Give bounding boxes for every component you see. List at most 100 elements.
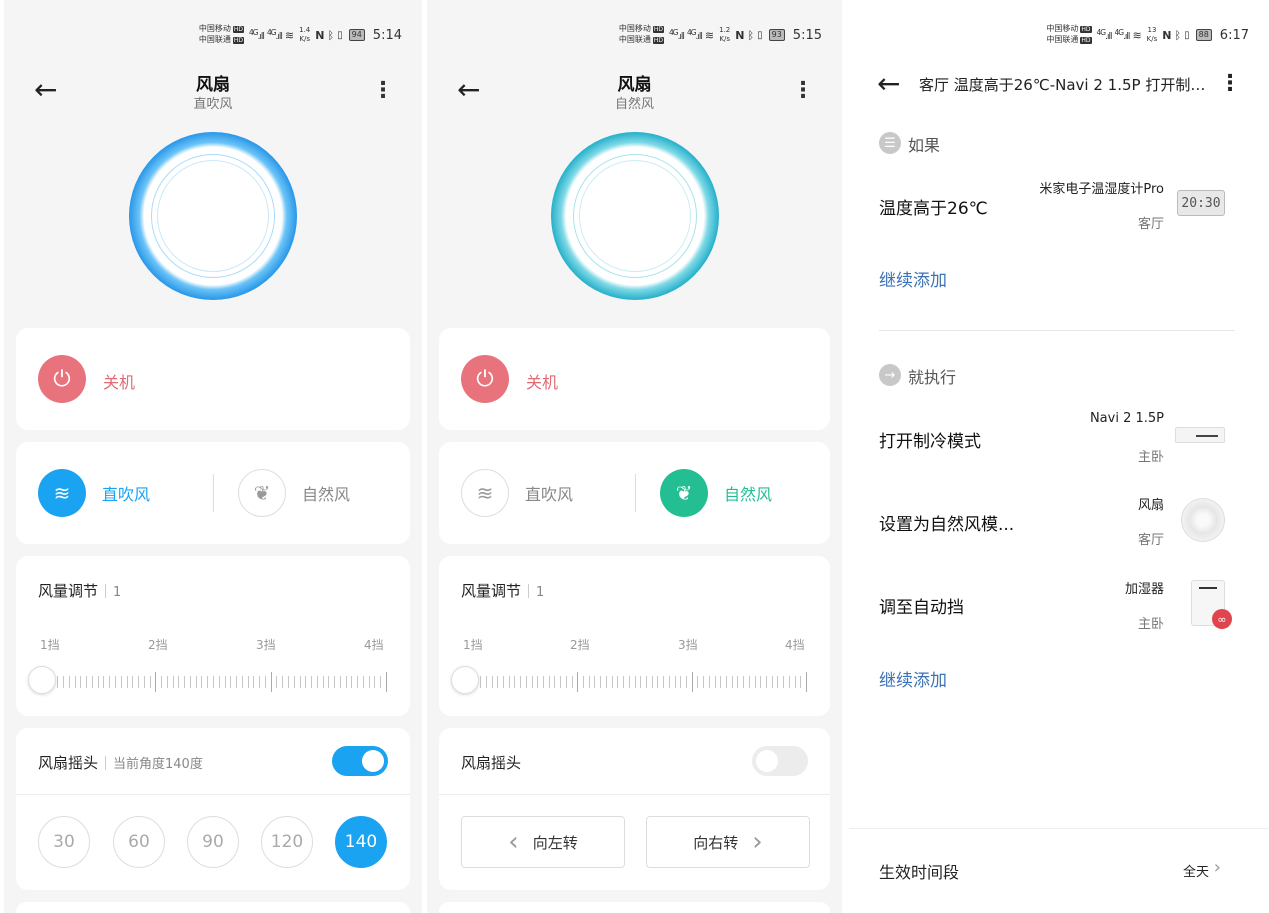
slider-tick: [491, 676, 493, 688]
wind-speed-card: 风量调节 1 1挡 2挡 3挡 4挡: [16, 556, 410, 716]
power-card: ⏻ 关机: [16, 328, 410, 430]
slider-tick: [577, 672, 579, 692]
swing-separator: [439, 794, 830, 795]
wind-speed-card: 风量调节 1 1挡 2挡 3挡 4挡: [439, 556, 830, 716]
slider-tick: [357, 676, 359, 688]
slider-tick: [543, 676, 545, 688]
slider-tick: [345, 676, 347, 688]
status-bar: 中国移动 HD 中国联通 HD 4G.ıll 4G.ıll ≋ 13 K/s N ᛒ ▯…: [1046, 20, 1249, 50]
slider-tick: [80, 676, 82, 688]
slider-tick: [253, 676, 255, 688]
chevron-right-icon: ›: [1213, 857, 1221, 878]
more-menu-icon[interactable]: ⋮: [792, 78, 814, 104]
swing-toggle[interactable]: [332, 746, 388, 776]
angle-30[interactable]: 30: [38, 816, 90, 868]
slider-tick: [520, 676, 522, 688]
clock: 6:17: [1219, 27, 1249, 43]
slider-tick: [189, 676, 191, 688]
air-conditioner-icon: [1175, 427, 1225, 443]
back-arrow-icon[interactable]: ←: [877, 70, 900, 98]
slider-tick: [287, 676, 289, 688]
then-section-label: 就执行: [908, 368, 957, 387]
gear-label-2: 2挡: [148, 638, 168, 652]
leaf-icon: ❦: [238, 469, 286, 517]
slider-tick: [777, 676, 779, 688]
list-icon: ☰: [879, 132, 901, 154]
wind-speed-slider-handle[interactable]: [28, 666, 56, 694]
power-button[interactable]: ⏻: [461, 355, 509, 403]
leaf-icon: ❦: [660, 469, 708, 517]
slider-tick: [68, 676, 70, 688]
slider-tick: [748, 676, 750, 688]
link-badge-icon: ∞: [1212, 609, 1232, 629]
slider-tick: [368, 676, 370, 688]
turn-right-button[interactable]: 向右转 ›: [646, 816, 810, 868]
add-action-link[interactable]: 继续添加: [879, 666, 947, 691]
chevron-left-icon: ‹: [508, 827, 519, 857]
slider-tick: [640, 676, 642, 688]
slider-tick: [531, 676, 533, 688]
signal-icon: 4G.ıll: [248, 28, 265, 42]
carrier-1: 中国移动 HD: [618, 24, 664, 33]
page-title: 客厅 温度高于26℃-Navi 2 1.5P 打开制冷模式: [919, 76, 1219, 94]
power-icon: ⏻: [476, 366, 494, 392]
wind-speed-slider-handle[interactable]: [451, 666, 479, 694]
slider-tick: [91, 676, 93, 688]
slider-tick: [143, 676, 145, 688]
mode-natural[interactable]: ❦ 自然风: [238, 469, 350, 517]
slider-tick: [794, 676, 796, 688]
wind-speed-slider-track[interactable]: [40, 670, 387, 692]
slider-tick: [126, 676, 128, 688]
more-menu-icon[interactable]: ⋮: [1219, 71, 1241, 97]
slider-tick: [282, 676, 284, 688]
action-device: 加湿器: [1124, 582, 1164, 597]
slider-tick: [386, 672, 387, 692]
wind-speed-slider-track[interactable]: [463, 670, 807, 692]
mode-natural[interactable]: ❦ 自然风: [660, 469, 772, 517]
slider-tick: [259, 676, 261, 688]
slider-tick: [588, 676, 590, 688]
wifi-icon: ≋: [1132, 28, 1142, 42]
add-condition-link[interactable]: 继续添加: [879, 266, 947, 291]
slider-tick: [783, 676, 785, 688]
slider-tick: [525, 676, 527, 688]
slider-tick: [374, 676, 376, 688]
mode-divider: [213, 474, 214, 512]
fan-screen-natural: 中国移动 HD 中国联通 HD 4G.ıll 4G.ıll ≋ 1.2 K/s N ᛒ …: [427, 0, 842, 913]
angle-60[interactable]: 60: [113, 816, 165, 868]
gear-label-1: 1挡: [40, 638, 60, 652]
angle-120[interactable]: 120: [261, 816, 313, 868]
slider-tick: [725, 676, 727, 688]
power-button[interactable]: ⏻: [38, 355, 86, 403]
slider-tick: [754, 676, 756, 688]
slider-tick: [663, 676, 665, 688]
carrier-2: 中国联通 HD: [198, 35, 244, 44]
slider-tick: [270, 672, 272, 692]
slider-tick: [362, 676, 364, 688]
slider-tick: [480, 676, 482, 688]
slider-tick: [305, 676, 307, 688]
slider-tick: [166, 676, 168, 688]
slider-tick: [685, 676, 687, 688]
fan-device-icon: [1181, 498, 1225, 542]
slider-tick: [560, 676, 562, 688]
mode-card: ≋ 直吹风 ❦ 自然风: [439, 442, 830, 544]
turn-right-label: 向右转: [693, 833, 739, 852]
angle-90[interactable]: 90: [187, 816, 239, 868]
nfc-icon: N: [1162, 28, 1172, 42]
slider-tick: [264, 676, 266, 688]
mode-direct[interactable]: ≋ 直吹风: [38, 469, 150, 517]
effective-period-row[interactable]: 生效时间段 全天 ›: [849, 828, 1269, 910]
mode-direct[interactable]: ≋ 直吹风: [461, 469, 573, 517]
section-divider: [879, 330, 1235, 331]
angle-140[interactable]: 140: [335, 816, 387, 868]
swing-title: 风扇摇头: [461, 754, 522, 772]
battery-icon: 94: [348, 29, 365, 41]
turn-left-button[interactable]: ‹ 向左转: [461, 816, 625, 868]
signal-icon: 4G.ıll: [1096, 28, 1113, 42]
bluetooth-icon: ᛒ: [1174, 28, 1182, 42]
slider-tick: [195, 676, 197, 688]
slider-tick: [537, 676, 539, 688]
more-menu-icon[interactable]: ⋮: [372, 78, 394, 104]
swing-toggle[interactable]: [752, 746, 808, 776]
